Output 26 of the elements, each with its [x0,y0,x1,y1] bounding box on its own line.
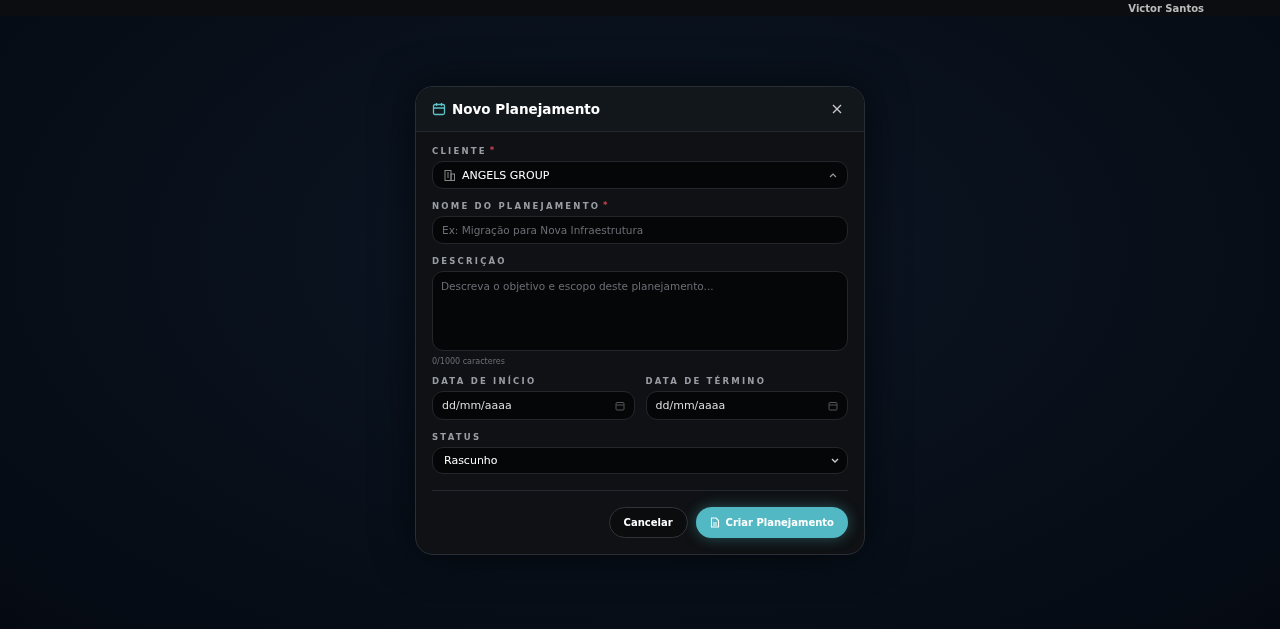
status-select[interactable]: Rascunho [432,447,848,474]
description-field[interactable]: Descreva o objetivo e escopo deste planejamento... [432,271,848,351]
cancel-button[interactable]: Cancelar [608,507,688,538]
client-select[interactable]: ANGELS GROUP [432,161,848,189]
date-field[interactable]: dd/mm/aaaa [432,391,635,420]
character-counter: 0/1000 caracteres [432,357,506,366]
field-label: DATA DE TÉRMINO [645,376,768,386]
user-name[interactable]: Victor Santos [1128,2,1204,14]
field-label: DESCRIÇÃO [432,256,507,266]
calendar-icon [614,400,625,411]
building-icon [443,168,456,182]
chevron-icon [829,172,837,178]
field-label: STATUS [432,432,482,442]
date-field[interactable]: dd/mm/aaaa [645,391,848,420]
required-asterisk: * [603,201,608,210]
field-label: CLIENTE [432,146,487,156]
calendar-icon [432,102,446,116]
required-asterisk: * [489,146,495,155]
calendar-icon [828,400,838,411]
document-icon [709,517,720,528]
name-field[interactable]: Ex: Migração para Nova Infraestrutura [432,216,848,244]
chevron-icon [831,457,839,464]
field-label: DATA DE INÍCIO [432,376,538,386]
close-icon[interactable] [832,104,842,114]
dialog-title: Novo Planejamento [452,101,602,117]
field-label: NOME DO PLANEJAMENTO [432,201,601,211]
